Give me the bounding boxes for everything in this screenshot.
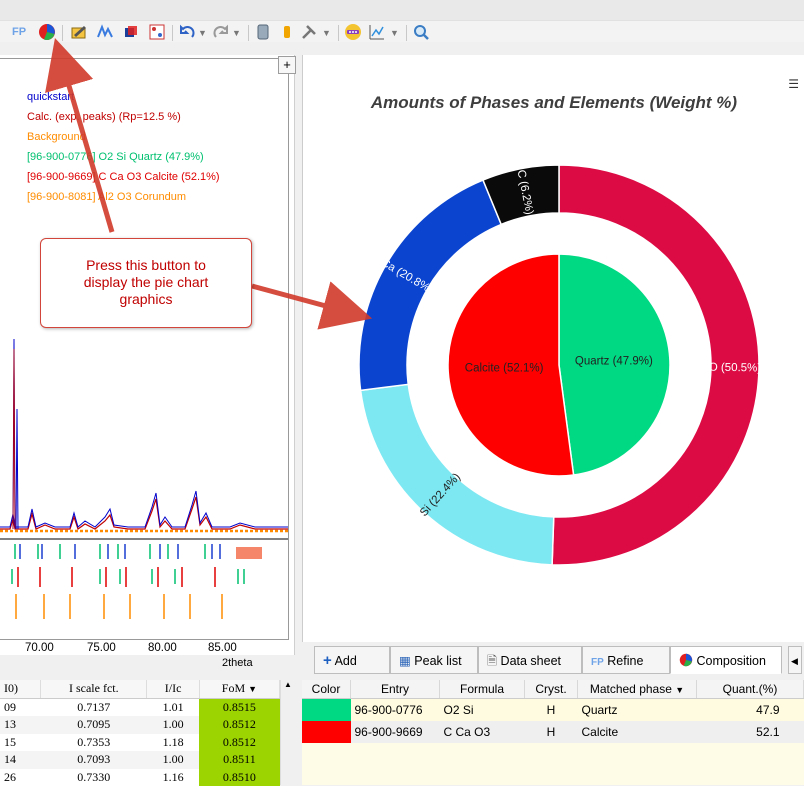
- table-cell: Calcite: [578, 721, 697, 743]
- table-cell: 47.9: [697, 699, 804, 722]
- table-row[interactable]: 260.73301.160.8510: [0, 769, 280, 786]
- table-cell: 1.00: [147, 716, 199, 734]
- table-row[interactable]: 96-900-0776O2 SiHQuartz47.9: [302, 699, 804, 722]
- table-cell: 0.8515: [199, 698, 279, 716]
- column-header[interactable]: Entry: [351, 680, 440, 699]
- pie-chart-icon: [679, 653, 693, 667]
- composition-table: Color Entry Formula Cryst. Matched phase…: [302, 680, 804, 785]
- table-row[interactable]: 090.71371.010.8515: [0, 698, 280, 716]
- table-cell: 96-900-0776: [351, 699, 440, 722]
- table-cell: 96-900-9669: [351, 721, 440, 743]
- tab-bar: + Add ▦ Peak list 🗎 Data sheet FP Refine…: [302, 642, 804, 680]
- sort-icon: ▼: [675, 685, 684, 695]
- table-cell: C Ca O3: [440, 721, 525, 743]
- table-cell: 1.16: [147, 769, 199, 786]
- table-cell: 1.00: [147, 751, 199, 769]
- fp-icon: FP: [591, 657, 604, 668]
- column-header-label: Matched phase: [590, 682, 672, 696]
- table-cell: 0.7137: [41, 698, 147, 716]
- color-swatch[interactable]: [302, 699, 351, 722]
- table-row[interactable]: 130.70951.000.8512: [0, 716, 280, 734]
- callout-text: Press this button to display the pie cha…: [41, 257, 251, 308]
- table-row[interactable]: 96-900-9669C Ca O3HCalcite52.1: [302, 721, 804, 743]
- table-row[interactable]: 140.70931.000.8511: [0, 751, 280, 769]
- tab-label: Add: [335, 654, 357, 668]
- table-cell: 0.7095: [41, 716, 147, 734]
- column-header[interactable]: Color: [302, 680, 351, 699]
- column-header[interactable]: Matched phase ▼: [578, 680, 697, 699]
- tab-data-sheet[interactable]: 🗎 Data sheet: [478, 646, 582, 674]
- tab-label: Data sheet: [501, 654, 561, 668]
- table-row[interactable]: 150.73531.180.8512: [0, 734, 280, 752]
- table-cell: 09: [0, 698, 41, 716]
- column-header[interactable]: Cryst.: [525, 680, 578, 699]
- table-header-row: I0) I scale fct. I/Ic FoM ▼: [0, 680, 280, 698]
- table-cell: 0.7353: [41, 734, 147, 752]
- table-cell: 0.8512: [199, 734, 279, 752]
- tab-add[interactable]: + Add: [314, 646, 390, 674]
- table-cell: 14: [0, 751, 41, 769]
- table-scrollbar[interactable]: ▲: [280, 680, 295, 785]
- tab-refine[interactable]: FP Refine: [582, 646, 670, 674]
- column-header-label: FoM: [222, 681, 245, 695]
- plus-icon: +: [323, 652, 332, 669]
- table-cell: 26: [0, 769, 41, 786]
- table-cell: H: [525, 721, 578, 743]
- table-cell: 0.8511: [199, 751, 279, 769]
- callout-line: graphics: [41, 291, 251, 308]
- tab-peak-list[interactable]: ▦ Peak list: [390, 646, 478, 674]
- column-header[interactable]: Formula: [440, 680, 525, 699]
- table-cell: 0.7330: [41, 769, 147, 786]
- table-cell: 1.18: [147, 734, 199, 752]
- table-cell: 0.8510: [199, 769, 279, 786]
- composition-table-grid: Color Entry Formula Cryst. Matched phase…: [302, 680, 804, 743]
- column-header[interactable]: I scale fct.: [41, 680, 147, 698]
- column-header[interactable]: I/Ic: [147, 680, 199, 698]
- table-icon: ▦: [399, 654, 411, 668]
- column-header[interactable]: I0): [0, 680, 41, 698]
- callout-box: Press this button to display the pie cha…: [40, 238, 252, 328]
- table-cell: 0.8512: [199, 716, 279, 734]
- column-header[interactable]: FoM ▼: [199, 680, 279, 698]
- table-cell: 1.01: [147, 698, 199, 716]
- tab-composition[interactable]: Composition: [670, 646, 782, 674]
- sort-icon: ▼: [248, 684, 257, 694]
- table-cell: 13: [0, 716, 41, 734]
- scroll-up-icon[interactable]: ▲: [281, 680, 295, 689]
- table-cell: Quartz: [578, 699, 697, 722]
- table-cell: 52.1: [697, 721, 804, 743]
- tab-scroll-left-button[interactable]: ◀: [788, 646, 802, 674]
- document-icon: 🗎: [487, 654, 497, 668]
- tab-label: Refine: [607, 654, 643, 668]
- table-cell: 0.7093: [41, 751, 147, 769]
- tab-label: Peak list: [414, 654, 461, 668]
- column-header[interactable]: Quant.(%): [697, 680, 804, 699]
- table-cell: O2 Si: [440, 699, 525, 722]
- candidate-table: I0) I scale fct. I/Ic FoM ▼ 090.71371.01…: [0, 680, 294, 785]
- candidate-table-grid: I0) I scale fct. I/Ic FoM ▼ 090.71371.01…: [0, 680, 280, 786]
- callout-line: Press this button to: [41, 257, 251, 274]
- callout-line: display the pie chart: [41, 274, 251, 291]
- table-header-row: Color Entry Formula Cryst. Matched phase…: [302, 680, 804, 699]
- color-swatch[interactable]: [302, 721, 351, 743]
- table-cell: 15: [0, 734, 41, 752]
- table-cell: H: [525, 699, 578, 722]
- tab-label: Composition: [696, 654, 765, 668]
